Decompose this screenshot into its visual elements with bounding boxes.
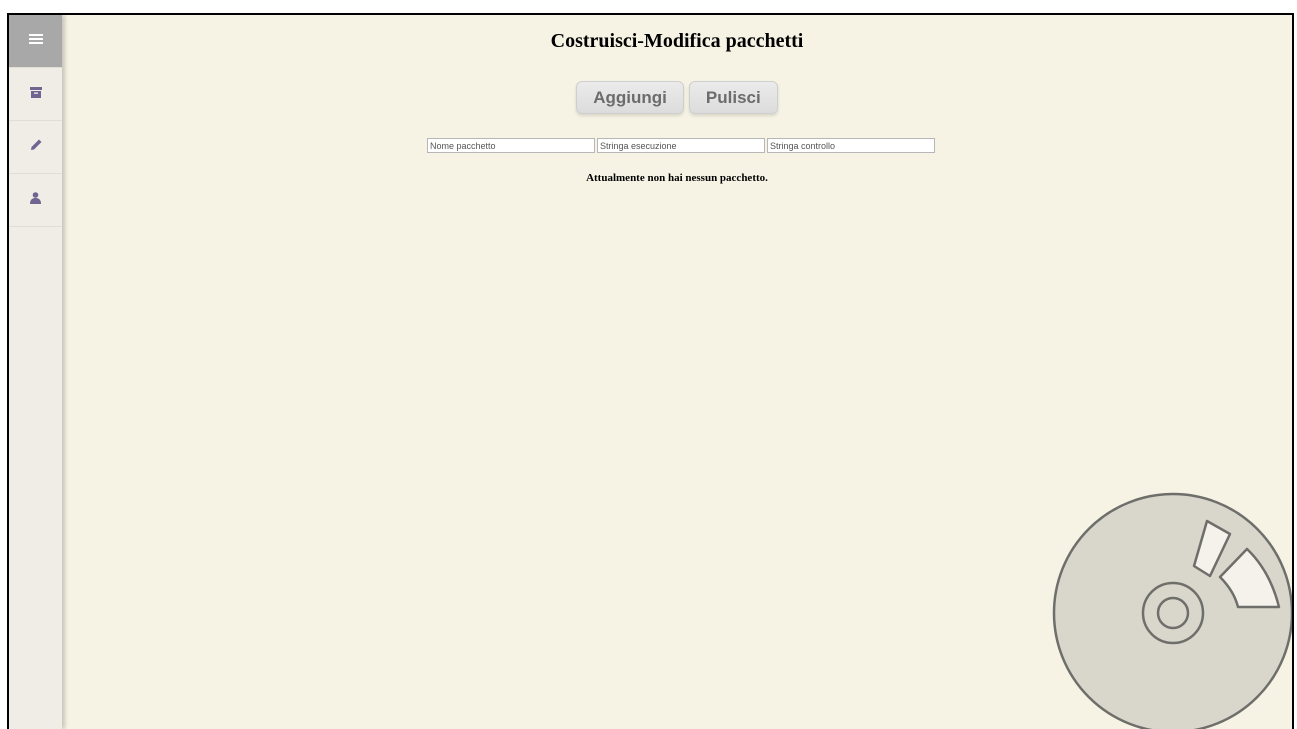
- sidebar-item-menu[interactable]: [9, 15, 62, 68]
- page-title: Costruisci-Modifica pacchetti: [550, 30, 804, 52]
- sidebar-item-archive[interactable]: [9, 68, 62, 121]
- pencil-icon: [30, 138, 42, 156]
- user-icon: [30, 191, 41, 209]
- app-frame: Costruisci-Modifica pacchetti Aggiungi P…: [7, 13, 1294, 729]
- exec-string-input[interactable]: [597, 138, 765, 153]
- action-buttons: Aggiungi Pulisci: [62, 81, 1292, 114]
- package-name-input[interactable]: [427, 138, 595, 153]
- package-form: [62, 138, 1292, 153]
- clear-button[interactable]: Pulisci: [688, 81, 778, 114]
- sidebar: [9, 15, 62, 729]
- disc-icon: [1052, 491, 1292, 729]
- add-button[interactable]: Aggiungi: [576, 81, 684, 114]
- archive-icon: [29, 85, 42, 103]
- sidebar-item-user[interactable]: [9, 174, 62, 227]
- empty-state-message: Attualmente non hai nessun pacchetto.: [586, 172, 768, 184]
- menu-icon: [28, 32, 43, 50]
- sidebar-item-edit[interactable]: [9, 121, 62, 174]
- check-string-input[interactable]: [767, 138, 935, 153]
